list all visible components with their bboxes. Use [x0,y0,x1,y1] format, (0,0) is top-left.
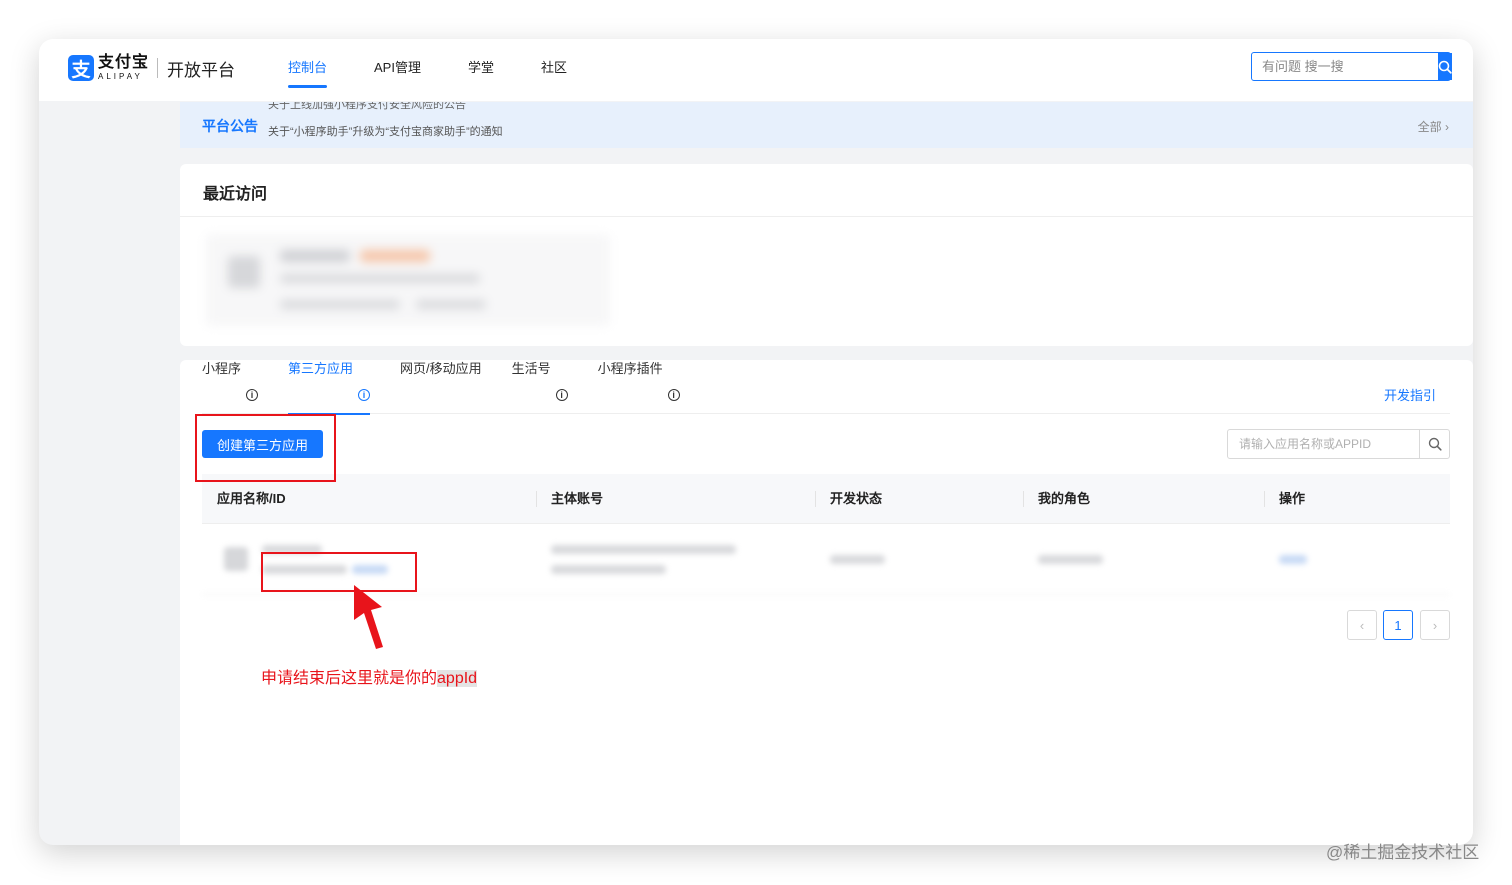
blurred-badge [360,250,430,262]
column-main-account: 主体账号 [551,491,604,506]
nav-item-academy[interactable]: 学堂 [468,39,494,101]
app-search [1227,429,1450,459]
app-search-button[interactable] [1419,430,1449,458]
pagination-prev[interactable]: ‹ [1347,610,1377,640]
tab-web-mobile-app[interactable]: 网页/移动应用 [400,360,482,414]
platform-title: 开放平台 [167,60,236,80]
announcement-text[interactable]: 关于“小程序助手”升级为“支付宝商家助手”的通知 [268,123,503,139]
brand-name-en: ALIPAY [98,72,143,81]
logo-divider [157,58,159,78]
recent-app-tile-blurred[interactable] [206,234,610,326]
apps-table-header: 应用名称/ID 主体账号 开发状态 我的角色 操作 [202,474,1450,524]
global-search-button[interactable] [1438,53,1452,80]
alipay-logo[interactable]: 支 支付宝 ALIPAY 开放平台 [68,55,235,81]
nav-item-console[interactable]: 控制台 [288,39,328,101]
recent-divider [180,216,1473,217]
announcement-label: 平台公告 [202,118,258,134]
column-dev-status: 开发状态 [830,491,883,506]
blurred-action-link [1279,555,1307,564]
info-icon: i [555,389,568,401]
nav-item-api[interactable]: API管理 [374,39,421,101]
info-icon: i [358,389,371,401]
blurred-text [416,300,486,309]
global-search-input[interactable] [1252,53,1438,80]
blurred-text [280,250,350,262]
info-icon: i [246,389,259,401]
column-actions: 操作 [1279,491,1306,506]
tab-mini-program[interactable]: 小程序 i [202,360,259,414]
announcement-previous-line: 关于上线加强小程序支付安全风险的公告 [268,102,466,111]
search-icon [1428,437,1442,451]
app-type-tabs: 小程序 i 第三方应用 i 网页/移动应用 生活号 i 小程序插件 i [202,360,1450,415]
tab-mini-program-plugin[interactable]: 小程序插件 i [598,360,680,414]
blurred-text [280,300,400,309]
global-search [1251,52,1452,81]
announcement-all-link[interactable]: 全部 › [1418,118,1449,135]
annotation-text: 申请结束后这里就是你的appId [261,670,478,687]
blurred-text [280,274,480,283]
pagination-next[interactable]: › [1420,610,1450,640]
tab-third-party-app[interactable]: 第三方应用 i [288,360,371,415]
app-avatar [228,256,260,288]
watermark: @稀土掘金技术社区 [1326,843,1480,862]
chevron-right-icon: › [1445,120,1449,134]
blurred-role [1038,555,1103,564]
blurred-account [551,545,736,554]
app-search-input[interactable] [1228,430,1419,458]
column-my-role: 我的角色 [1038,491,1091,506]
tab-life-account[interactable]: 生活号 i [512,360,568,414]
pagination-page-1[interactable]: 1 [1383,610,1413,640]
blurred-status [830,555,885,564]
dev-guide-link[interactable]: 开发指引 [1384,385,1436,404]
recent-visits-card: 最近访问 [180,164,1473,346]
annotation-arrow-icon [354,585,383,649]
announcement-bar: 平台公告 关于上线加强小程序支付安全风险的公告 关于“小程序助手”升级为“支付宝… [180,102,1473,148]
brand-name-cn: 支付宝 [98,54,150,71]
recent-visits-title: 最近访问 [203,186,268,203]
search-icon [1438,60,1452,74]
info-icon: i [667,389,680,401]
top-navigation-bar: 支 支付宝 ALIPAY 开放平台 控制台 API管理 学堂 社区 [39,39,1473,101]
nav-item-community[interactable]: 社区 [541,39,567,101]
annotation-box-create-button [195,414,336,482]
alipay-logo-icon: 支 [68,55,94,81]
main-nav: 控制台 API管理 学堂 社区 [288,39,614,101]
app-avatar [224,547,248,571]
blurred-account-email [551,565,666,574]
